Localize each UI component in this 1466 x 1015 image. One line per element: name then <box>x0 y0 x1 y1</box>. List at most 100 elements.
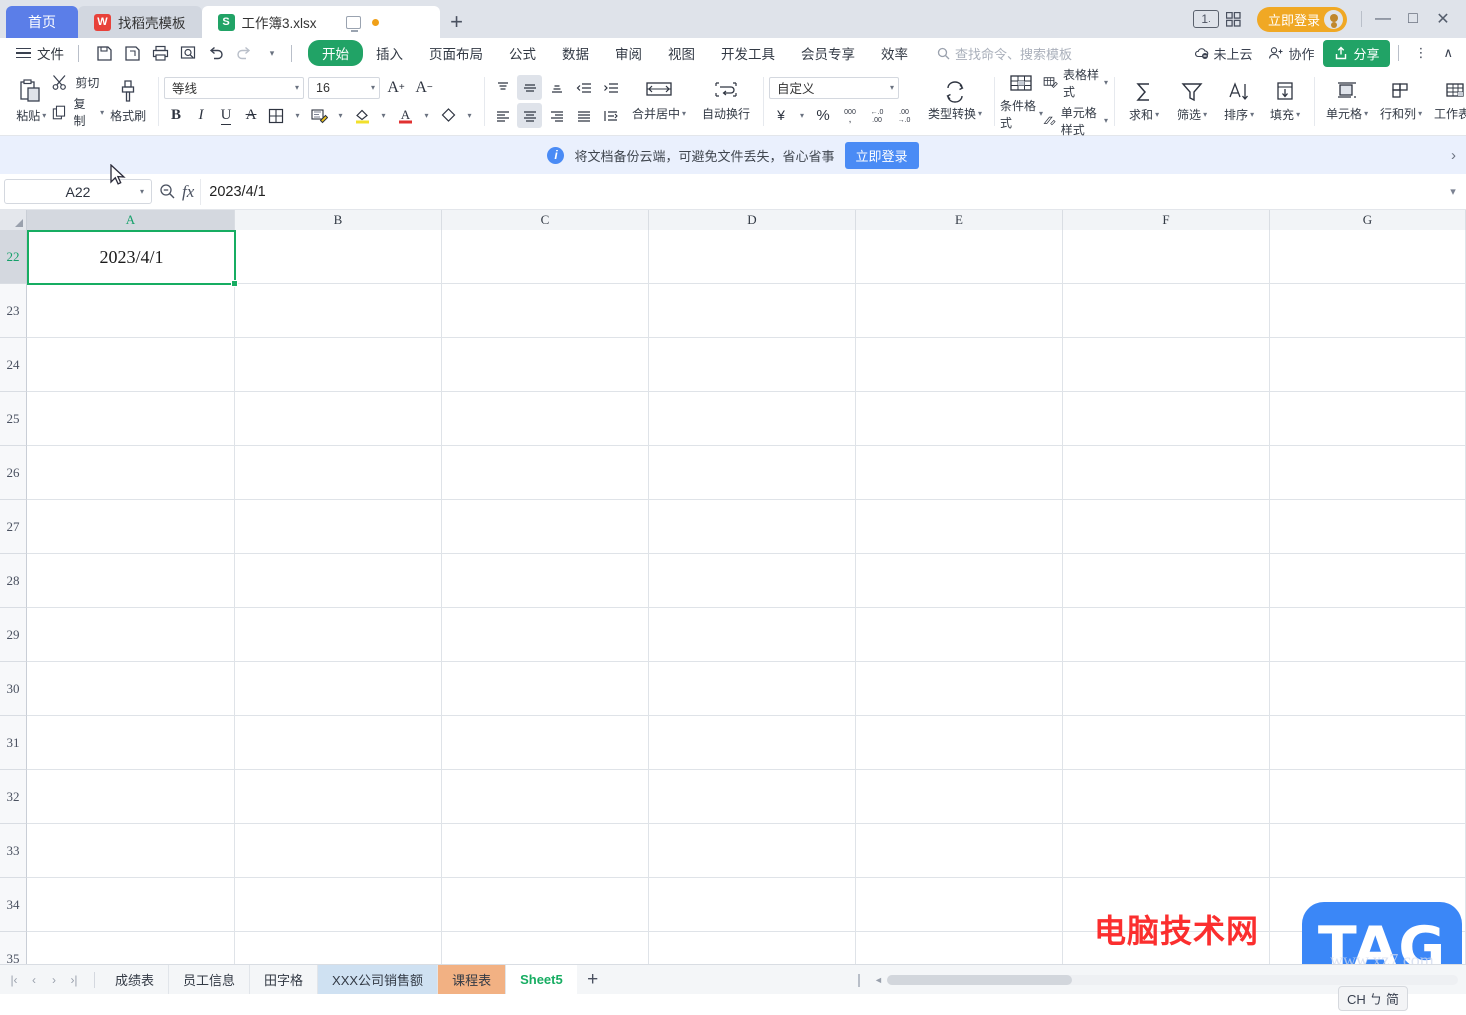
percent-button[interactable]: % <box>811 104 835 127</box>
underline-button[interactable]: U <box>214 104 238 128</box>
font-size-select[interactable]: 16 ▾ <box>308 76 381 99</box>
grid-cell-D33[interactable] <box>649 824 856 878</box>
grid-cell-F30[interactable] <box>1063 662 1270 716</box>
row-header-27[interactable]: 27 <box>0 500 27 554</box>
first-sheet-icon[interactable]: |‹ <box>4 966 24 994</box>
grid-cell-C30[interactable] <box>442 662 649 716</box>
grid-cell-D35[interactable] <box>649 932 856 964</box>
formula-input[interactable]: 2023/4/1 <box>200 178 1444 205</box>
grid-cell-C33[interactable] <box>442 824 649 878</box>
grid-cell-B30[interactable] <box>235 662 442 716</box>
split-handle[interactable] <box>858 973 860 987</box>
column-header-c[interactable]: C <box>442 210 649 230</box>
sheet-tab-sheet5[interactable]: Sheet5 <box>506 965 577 994</box>
quick-access-more-icon[interactable]: ▾ <box>259 41 285 65</box>
italic-button[interactable]: I <box>189 104 213 128</box>
number-format-select[interactable]: 自定义 ▾ <box>769 76 900 99</box>
grid-cell-F29[interactable] <box>1063 608 1270 662</box>
row-header-25[interactable]: 25 <box>0 392 27 446</box>
grid-cell-D31[interactable] <box>649 716 856 770</box>
row-header-34[interactable]: 34 <box>0 878 27 932</box>
grid-cell-E22[interactable] <box>856 230 1063 284</box>
select-all-corner[interactable] <box>0 210 27 230</box>
grid-cell-D27[interactable] <box>649 500 856 554</box>
grid-cell-A31[interactable] <box>27 716 235 770</box>
column-header-d[interactable]: D <box>649 210 856 230</box>
maximize-button[interactable]: □ <box>1398 6 1428 32</box>
grid-cell-B23[interactable] <box>235 284 442 338</box>
grid-cell-G28[interactable] <box>1270 554 1466 608</box>
grid-cell-E35[interactable] <box>856 932 1063 964</box>
increase-decimal-button[interactable]: ←.0.00 <box>865 104 889 127</box>
grid-cell-B22[interactable] <box>235 230 442 284</box>
file-menu-button[interactable]: 文件 <box>8 43 72 63</box>
grid-cell-B24[interactable] <box>235 338 442 392</box>
tab-member[interactable]: 会员专享 <box>788 40 868 66</box>
undo-icon[interactable] <box>203 41 229 65</box>
row-header-29[interactable]: 29 <box>0 608 27 662</box>
close-button[interactable]: ✕ <box>1428 6 1458 32</box>
presentation-monitor-icon[interactable] <box>345 15 361 32</box>
grid-cell-A27[interactable] <box>27 500 235 554</box>
tab-review[interactable]: 审阅 <box>602 40 655 66</box>
collaborate-button[interactable]: 协作 <box>1261 41 1321 66</box>
tab-formulas[interactable]: 公式 <box>496 40 549 66</box>
grid-cell-C35[interactable] <box>442 932 649 964</box>
sum-button[interactable]: 求和 ▾ <box>1120 72 1168 132</box>
name-box-dropdown-icon[interactable]: ▾ <box>140 187 144 196</box>
minimize-button[interactable]: — <box>1368 6 1398 32</box>
grid-cell-D23[interactable] <box>649 284 856 338</box>
grid-cell-E34[interactable] <box>856 878 1063 932</box>
fill-color-button[interactable] <box>350 104 374 128</box>
grid-cell-C29[interactable] <box>442 608 649 662</box>
grid-cell-G22[interactable] <box>1270 230 1466 284</box>
grid-cell-G29[interactable] <box>1270 608 1466 662</box>
grid-cell-C24[interactable] <box>442 338 649 392</box>
row-header-28[interactable]: 28 <box>0 554 27 608</box>
row-header-22[interactable]: 22 <box>0 230 27 284</box>
grid-cell-F24[interactable] <box>1063 338 1270 392</box>
grid-cell-G26[interactable] <box>1270 446 1466 500</box>
bold-button[interactable]: B <box>164 104 188 128</box>
grid-cell-E25[interactable] <box>856 392 1063 446</box>
grid-cell-A23[interactable] <box>27 284 235 338</box>
grid-cell-E32[interactable] <box>856 770 1063 824</box>
merge-center-button[interactable]: 合并居中 ▾ <box>623 72 695 132</box>
grid-cell-E29[interactable] <box>856 608 1063 662</box>
save-as-icon[interactable] <box>119 41 145 65</box>
worksheet-button[interactable]: 工作表▾ <box>1428 72 1466 132</box>
currency-dropdown[interactable]: ▾ <box>796 104 808 127</box>
grid-cell-C23[interactable] <box>442 284 649 338</box>
sheet-tab-chengjibiao[interactable]: 成绩表 <box>101 965 170 994</box>
grid-cell-F26[interactable] <box>1063 446 1270 500</box>
tab-developer[interactable]: 开发工具 <box>708 40 788 66</box>
grid-cell-C32[interactable] <box>442 770 649 824</box>
grid-cell-B35[interactable] <box>235 932 442 964</box>
new-tab-button[interactable]: + <box>440 6 474 38</box>
grid-cell-C25[interactable] <box>442 392 649 446</box>
grid-cell-F22[interactable] <box>1063 230 1270 284</box>
grid-cell-C28[interactable] <box>442 554 649 608</box>
expand-formula-bar-icon[interactable]: ▾ <box>1444 185 1462 198</box>
row-header-31[interactable]: 31 <box>0 716 27 770</box>
filter-button[interactable]: 筛选 ▾ <box>1168 72 1216 132</box>
grid-cell-E31[interactable] <box>856 716 1063 770</box>
text-effects-dropdown[interactable]: ▾ <box>332 104 349 128</box>
grid-cell-G27[interactable] <box>1270 500 1466 554</box>
prev-sheet-icon[interactable]: ‹ <box>24 966 44 994</box>
grid-cell-A33[interactable] <box>27 824 235 878</box>
fill-button[interactable]: 填充 ▾ <box>1262 72 1308 132</box>
grid-cell-F27[interactable] <box>1063 500 1270 554</box>
print-preview-icon[interactable] <box>175 41 201 65</box>
tab-efficiency[interactable]: 效率 <box>868 40 921 66</box>
selected-cell-a22[interactable]: 2023/4/1 <box>27 230 238 287</box>
grid-cell-B33[interactable] <box>235 824 442 878</box>
grid-cell-G25[interactable] <box>1270 392 1466 446</box>
grid-cell-C26[interactable] <box>442 446 649 500</box>
currency-button[interactable]: ¥ <box>769 104 793 127</box>
grid-cell-D32[interactable] <box>649 770 856 824</box>
grid-cell-A29[interactable] <box>27 608 235 662</box>
save-icon[interactable] <box>91 41 117 65</box>
cut-button[interactable]: 剪切 <box>52 74 104 91</box>
align-top-button[interactable] <box>490 75 515 100</box>
